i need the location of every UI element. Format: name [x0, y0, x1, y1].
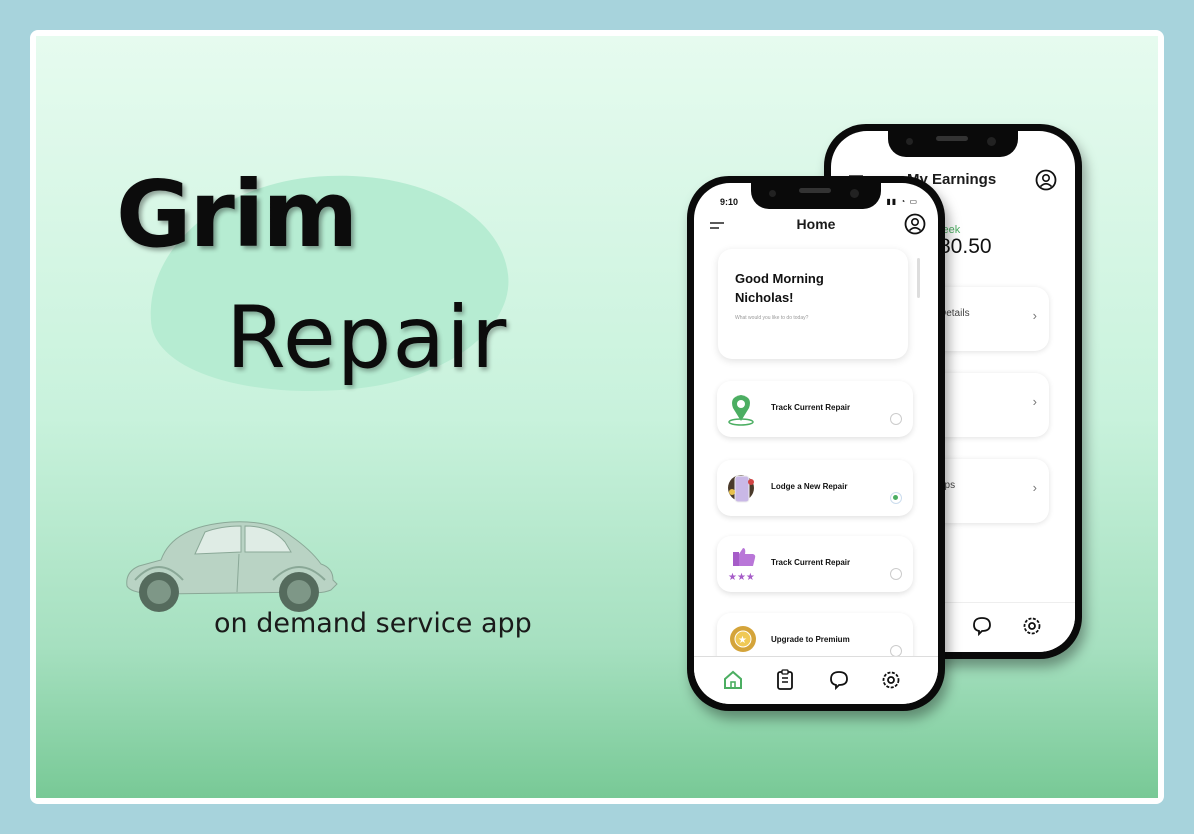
clipboard-icon[interactable]: [774, 669, 796, 691]
earnings-amount: 80.50: [939, 235, 992, 258]
user-profile-icon[interactable]: [1035, 169, 1057, 191]
action-item[interactable]: Lodge a New Repair: [717, 460, 913, 516]
home-phone: 9:10 ▮▮ ◔ ▭ Home Good Morning Nicholas! …: [687, 176, 945, 711]
user-profile-icon[interactable]: [904, 213, 926, 235]
action-item-label: Lodge a New Repair: [771, 482, 848, 491]
tagline: on demand service app: [214, 608, 532, 639]
radio-button[interactable]: [890, 413, 902, 425]
svg-text:★: ★: [738, 635, 747, 646]
brand-title-line1: Grim: [116, 161, 358, 268]
scrollbar[interactable]: [917, 258, 920, 298]
home-screen: 9:10 ▮▮ ◔ ▭ Home Good Morning Nicholas! …: [694, 183, 938, 704]
chevron-right-icon: ›: [1032, 308, 1037, 323]
chat-icon[interactable]: [971, 615, 993, 637]
map-pin-icon: [728, 395, 754, 426]
hero-canvas: Grim Repair on demand service app My Ear…: [36, 36, 1158, 798]
svg-text:★★★: ★★★: [728, 572, 755, 582]
chevron-right-icon: ›: [1032, 480, 1037, 495]
action-item[interactable]: Track Current Repair: [717, 381, 913, 437]
phone-repair-icon: [728, 475, 754, 503]
action-item-label: Track Current Repair: [771, 403, 851, 412]
greeting-card: Good Morning Nicholas! What would you li…: [718, 249, 908, 359]
action-item[interactable]: ★★★ Track Current Repair: [717, 536, 913, 592]
phone-notch: [888, 131, 1018, 157]
action-item-label: Track Current Repair: [771, 558, 851, 567]
bottom-nav: [694, 656, 938, 704]
status-time: 9:10: [720, 197, 739, 207]
status-icons: ▮▮ ◔ ▭: [886, 197, 918, 206]
chevron-right-icon: ›: [1032, 394, 1037, 409]
radio-button[interactable]: [890, 492, 902, 504]
settings-icon[interactable]: [880, 669, 902, 691]
premium-badge-icon: ★: [730, 626, 756, 652]
brand-title-line2: Repair: [226, 288, 508, 388]
phone-notch: [751, 183, 881, 209]
home-title: Home: [796, 216, 836, 232]
settings-icon[interactable]: [1021, 615, 1043, 637]
chat-icon[interactable]: [828, 669, 850, 691]
car-illustration: [126, 521, 338, 612]
thumbs-up-rating-icon: ★★★: [728, 548, 756, 582]
greeting-subtext: What would you like to do today?: [735, 315, 809, 321]
greeting-text: Good Morning Nicholas!: [735, 271, 824, 305]
action-item-label: Upgrade to Premium: [771, 635, 850, 644]
home-icon[interactable]: [722, 669, 744, 691]
radio-button[interactable]: [890, 568, 902, 580]
